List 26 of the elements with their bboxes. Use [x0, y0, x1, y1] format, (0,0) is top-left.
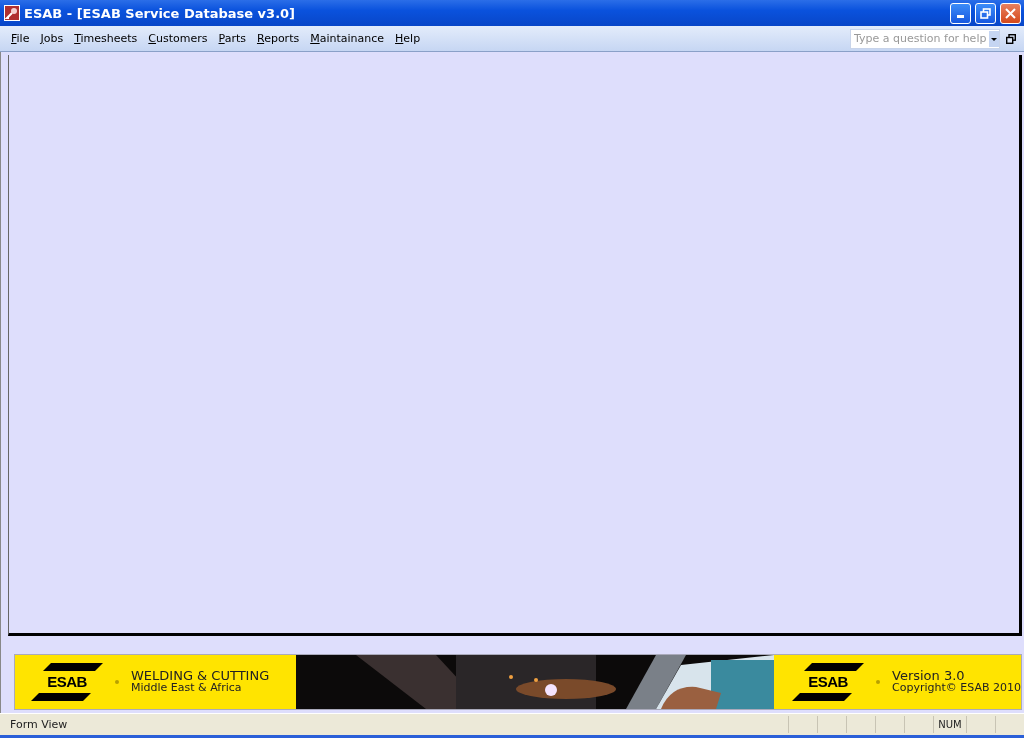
window-title: ESAB - [ESAB Service Database v3.0] — [24, 5, 297, 21]
close-icon — [1005, 7, 1016, 19]
banner-subtitle: Middle East & Africa — [131, 682, 243, 694]
help-search-field[interactable]: Type a question for help — [850, 28, 1000, 49]
key-icon — [4, 5, 20, 21]
minimize-button[interactable] — [950, 2, 971, 24]
restore-button[interactable] — [975, 2, 996, 24]
menu-item[interactable]: Parts — [213, 30, 251, 47]
menu-item[interactable]: File — [6, 30, 35, 47]
close-button[interactable] — [1000, 2, 1021, 24]
banner-title: WELDING & CUTTING — [131, 670, 270, 682]
menu-item[interactable]: Customers — [143, 30, 213, 47]
menu-item[interactable]: Reports — [251, 30, 305, 47]
menu-item[interactable]: Timesheets — [69, 30, 143, 47]
copyright-label: Copyright© ESAB 2010 — [892, 682, 1021, 694]
num-lock-indicator: NUM — [933, 716, 966, 733]
restore-icon[interactable] — [1006, 33, 1016, 44]
esab-logo: ESAB — [792, 663, 864, 701]
minimize-icon — [957, 15, 964, 18]
menu-item[interactable]: Jobs — [35, 30, 69, 47]
version-label: Version 3.0 — [892, 670, 966, 682]
menu-item[interactable]: Help — [390, 30, 426, 47]
menu-item[interactable]: Maintainance — [305, 30, 390, 47]
restore-icon — [980, 7, 991, 19]
esab-logo: ESAB — [31, 663, 103, 701]
status-text: Form View — [9, 718, 69, 731]
